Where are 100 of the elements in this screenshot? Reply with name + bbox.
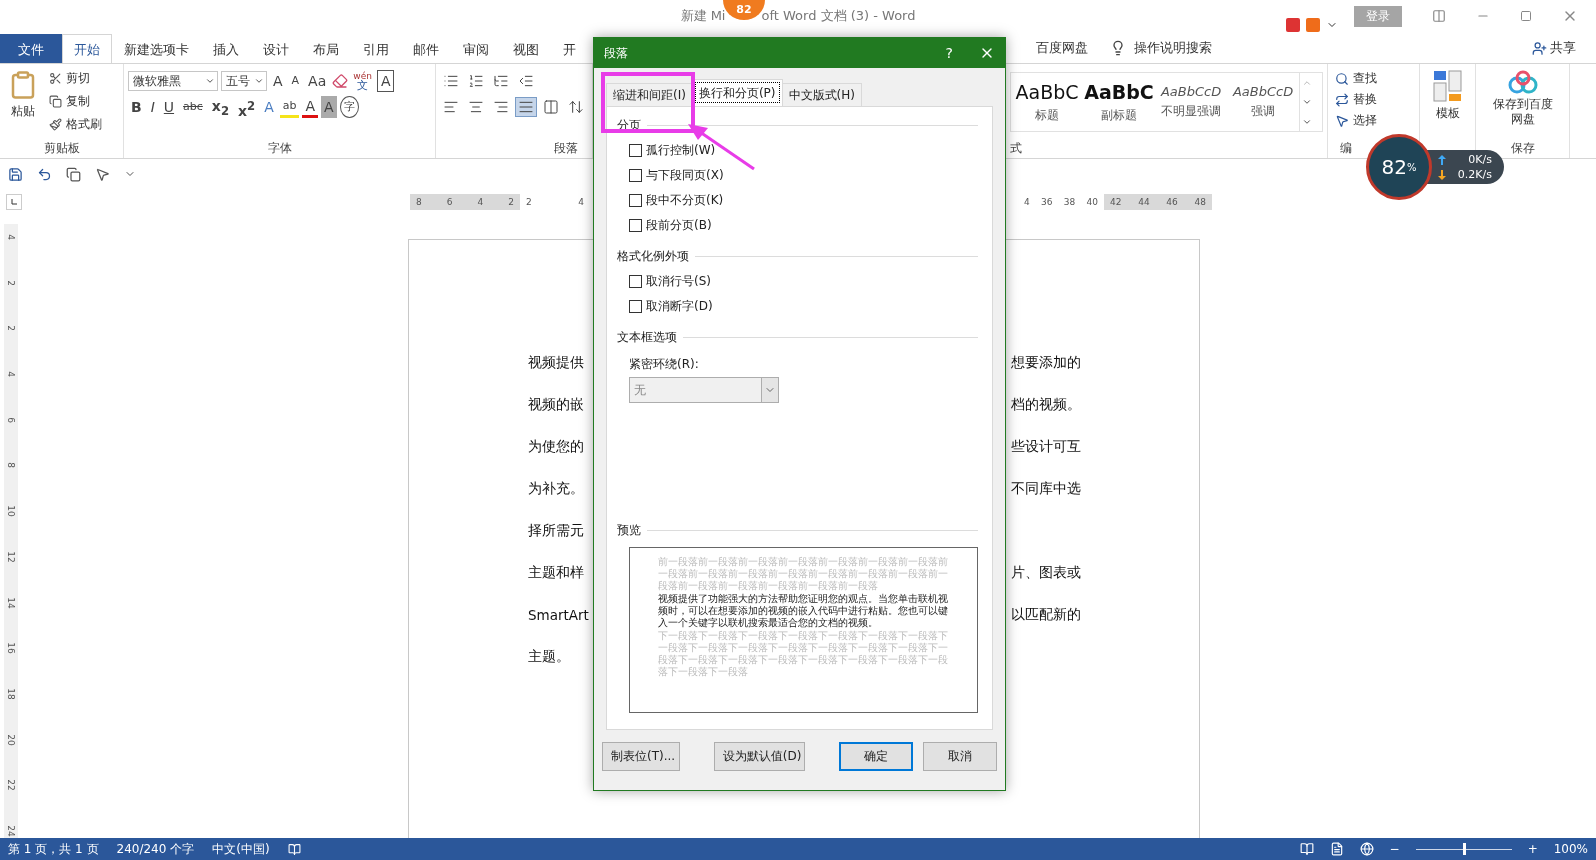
font-name-field[interactable]: 微软雅黑: [128, 71, 218, 91]
status-text[interactable]: 240/240 个字: [116, 840, 195, 858]
zoom-in-button[interactable]: +: [1527, 842, 1538, 856]
document-text: 主题。: [528, 648, 570, 666]
checkbox[interactable]: [629, 144, 642, 157]
numbered-list-icon: [468, 73, 484, 89]
italic-button[interactable]: I: [147, 96, 158, 118]
document-text: 择所需元: [528, 522, 584, 540]
find-button[interactable]: 查找: [1332, 68, 1415, 89]
highlight-button[interactable]: ab: [279, 96, 300, 118]
help-button[interactable]: ?: [939, 44, 959, 62]
select-button[interactable]: 选择: [1332, 110, 1415, 131]
zoom-level[interactable]: 100%: [1553, 842, 1588, 856]
document-text: 片、图表或: [1011, 564, 1081, 582]
copy-icon[interactable]: [66, 166, 81, 182]
web-layout-icon[interactable]: [1359, 842, 1374, 856]
dialog-button[interactable]: 设为默认值(D): [713, 742, 805, 771]
dialog-tab[interactable]: 中文版式(H): [781, 83, 862, 106]
window-title: 新建 Mi: [680, 7, 726, 25]
script-button[interactable]: x$_{2}$: [208, 96, 232, 118]
format-painter-button[interactable]: 格式刷: [46, 114, 105, 135]
dialog-button[interactable]: 取消: [923, 742, 997, 771]
dialog-button[interactable]: 制表位(T)...: [602, 742, 680, 771]
character-border-button[interactable]: A: [376, 70, 395, 92]
ribbon-tab[interactable]: 百度网盘: [1036, 39, 1088, 57]
pointer-icon[interactable]: [95, 166, 110, 182]
multilevel-list-icon: [493, 73, 509, 89]
tell-me-search[interactable]: 操作说明搜索: [1134, 39, 1212, 57]
search-icon: [1335, 71, 1349, 86]
tab-selector[interactable]: [6, 193, 22, 210]
replace-button[interactable]: 替换: [1332, 89, 1415, 110]
checkbox[interactable]: [629, 300, 642, 313]
distributed-icon: [543, 99, 559, 115]
zoom-out-button[interactable]: −: [1389, 842, 1400, 856]
replace-icon: [1335, 92, 1349, 107]
zoom-thumb[interactable]: [1462, 843, 1466, 855]
share-button[interactable]: 共享: [1532, 39, 1576, 57]
checkbox[interactable]: [629, 219, 642, 232]
file-tab[interactable]: 文件: [0, 34, 62, 63]
document-text: 视频的嵌: [528, 396, 584, 414]
character-shading-button[interactable]: A: [321, 96, 337, 118]
checkbox-option[interactable]: 取消行号(S): [617, 269, 978, 294]
justify-button[interactable]: [515, 97, 537, 117]
underline-button[interactable]: U: [160, 96, 178, 118]
status-text[interactable]: 第 1 页，共 1 页: [8, 840, 99, 858]
document-text: 些设计可互: [1011, 438, 1081, 456]
checkbox-option[interactable]: 取消断字(D): [617, 294, 978, 319]
template-button[interactable]: 模板: [1424, 68, 1471, 124]
dialog-title: 段落: [604, 44, 629, 62]
ribbon-display-icon[interactable]: [1432, 9, 1446, 23]
dropdown-icon: [205, 76, 215, 86]
group-label: 编: [1339, 140, 1353, 157]
checkbox-option[interactable]: 孤行控制(W): [617, 138, 978, 163]
dialog-button[interactable]: 确定: [839, 742, 913, 771]
eraser-icon[interactable]: [332, 73, 349, 89]
document-text: 主题和样: [528, 564, 584, 582]
cut-button[interactable]: 剪切: [46, 68, 105, 89]
grow-font-button[interactable]: A: [270, 70, 286, 92]
justify-icon: [518, 99, 534, 115]
group-label: 保存: [1509, 140, 1536, 157]
copy-button[interactable]: 复制: [46, 91, 105, 112]
maximize-icon[interactable]: [1520, 10, 1532, 22]
paste-button[interactable]: 粘贴: [4, 68, 42, 140]
script-button[interactable]: x$^{2}$: [235, 96, 259, 118]
save-icon[interactable]: [8, 166, 23, 182]
copy-icon: [49, 95, 62, 108]
checkbox[interactable]: [629, 194, 642, 207]
font-size-field[interactable]: 五号: [221, 71, 267, 91]
section-title: 文本框选项: [617, 329, 677, 346]
change-case-button[interactable]: Aa: [305, 70, 330, 92]
undo-icon[interactable]: [37, 166, 52, 182]
checkbox-option[interactable]: 段前分页(B): [617, 213, 978, 238]
proofing-icon[interactable]: [287, 842, 301, 856]
preview-text: 视频提供了功能强大的方法帮助您证明您的观点。当您单击联机视频时，可以在想要添加的视频的嵌入代码中进行粘贴。您也可以键入一个关键字以联机搜索最适合您的文档的视频。: [658, 593, 949, 629]
network-widget[interactable]: 82% 0K/s 0.2K/s: [1366, 134, 1504, 200]
document-text: 想要添加的: [1011, 354, 1081, 372]
group-label: 段落: [553, 140, 579, 157]
upload-arrow-icon: [1438, 154, 1446, 165]
checkbox[interactable]: [629, 169, 642, 182]
print-layout-icon[interactable]: [1329, 842, 1344, 856]
phonetic-guide-button[interactable]: wén 文: [351, 72, 374, 90]
strikethrough-button[interactable]: abc: [180, 96, 206, 118]
decrease-indent-icon: [518, 73, 534, 89]
corner-icon: [10, 197, 18, 206]
checkbox-option[interactable]: 与下段同页(X): [617, 163, 978, 188]
read-mode-icon[interactable]: [1299, 842, 1314, 856]
text-effects-button[interactable]: A: [261, 96, 277, 118]
lightbulb-icon[interactable]: [1110, 40, 1126, 56]
font-color-button[interactable]: A: [302, 96, 319, 118]
bold-button[interactable]: B: [128, 96, 145, 118]
cloud-rings-icon: [1507, 70, 1538, 94]
ribbon-tab[interactable]: 开始: [62, 34, 112, 63]
document-text: 为补充。: [528, 480, 584, 498]
line-spacing-icon: [568, 99, 584, 115]
shrink-font-button[interactable]: A: [288, 70, 303, 92]
status-text[interactable]: 中文(中国): [212, 840, 270, 858]
dialog-tab[interactable]: 缩进和间距(I): [606, 83, 693, 106]
checkbox[interactable]: [629, 275, 642, 288]
brush-icon: [49, 118, 62, 131]
bullet-list-icon: [443, 73, 459, 89]
